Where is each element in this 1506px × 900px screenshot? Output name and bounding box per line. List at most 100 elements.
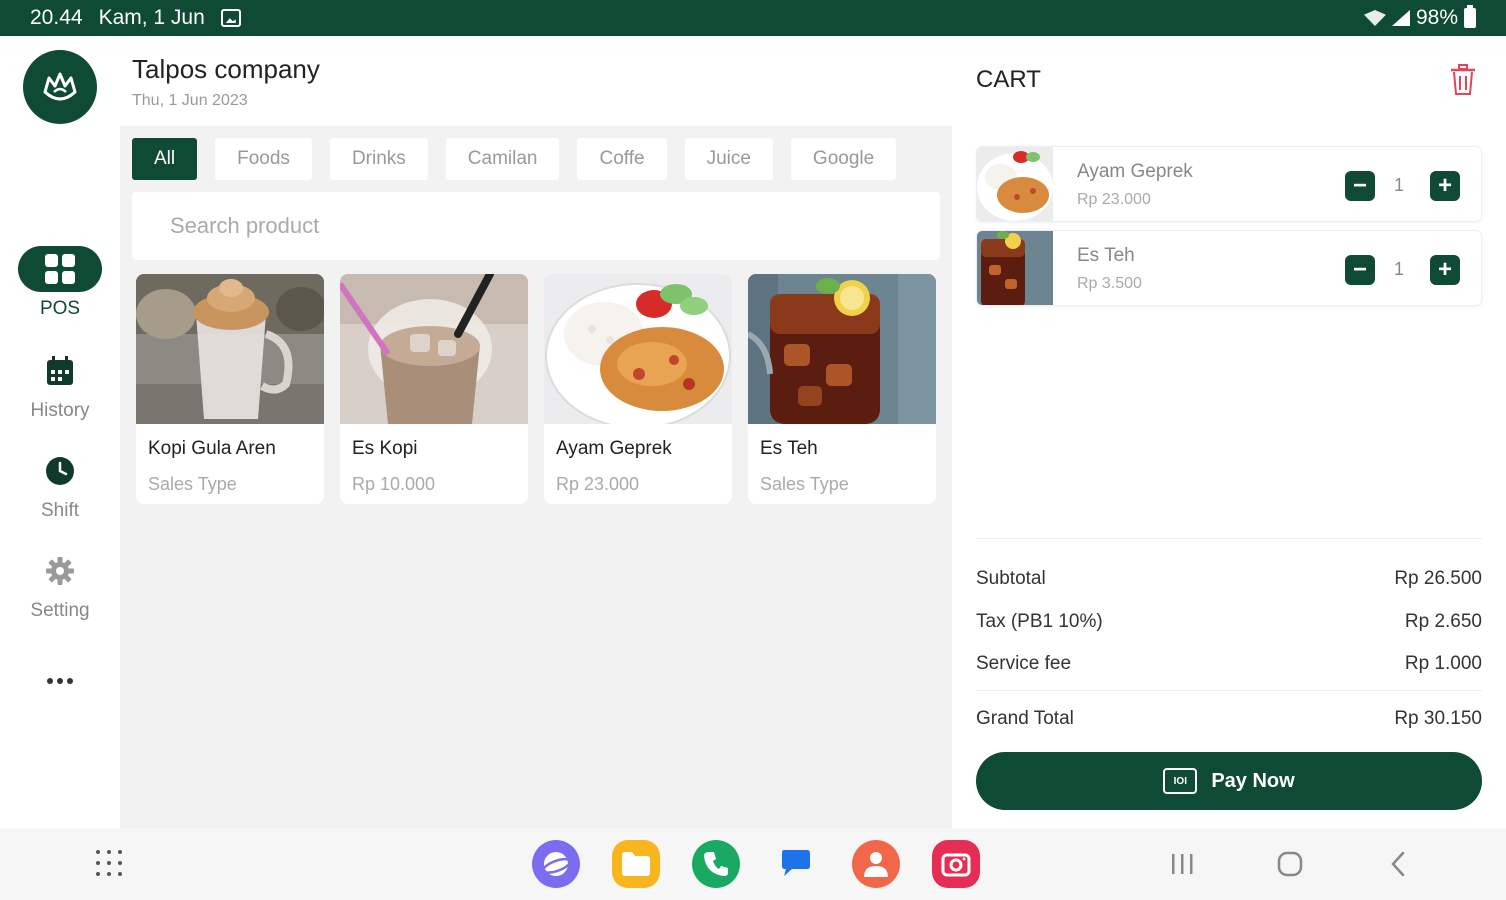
page-header: Talpos company Thu, 1 Jun 2023 (120, 36, 952, 126)
back-button[interactable] (1384, 850, 1412, 878)
pos-pill (18, 246, 102, 292)
trash-icon[interactable] (1450, 64, 1476, 96)
sidebar-item-label: History (30, 400, 90, 421)
cart-item-name: Ayam Geprek (1077, 161, 1193, 182)
sidebar-item-label: Shift (40, 500, 80, 521)
cart-item: Ayam Geprek Rp 23.000 − 1 + (976, 146, 1482, 222)
subtotal-value: Rp 26.500 (1394, 568, 1482, 589)
product-subtitle: Sales Type (760, 474, 849, 494)
cart-panel: CART Ayam Geprek Rp 23.000 − 1 + Es Teh … (952, 36, 1506, 828)
battery-icon (1464, 5, 1476, 28)
tax-value: Rp 2.650 (1404, 611, 1482, 632)
pay-now-button[interactable]: IOI Pay Now (976, 752, 1482, 810)
tab-drinks[interactable]: Drinks (329, 138, 428, 180)
product-area: All Foods Drinks Camilan Coffe Juice Goo… (120, 126, 952, 828)
person-icon (864, 852, 888, 877)
app-drawer-icon[interactable] (96, 850, 124, 878)
gallery-notification-icon (220, 9, 241, 27)
search-input[interactable] (132, 192, 940, 260)
planet-icon (542, 852, 572, 876)
camera-icon (941, 853, 971, 877)
product-card[interactable]: Es Teh Sales Type (748, 274, 936, 504)
product-subtitle: Sales Type (148, 474, 237, 494)
more-menu-icon[interactable] (47, 678, 73, 684)
contacts-app-icon[interactable] (852, 840, 900, 888)
grand-total-value: Rp 30.150 (1394, 708, 1482, 729)
sidebar-item-setting[interactable]: Setting (0, 548, 120, 622)
product-grid: Kopi Gula Aren Sales Type Es Kopi Rp 10.… (136, 274, 936, 504)
cart-item-name: Es Teh (1077, 245, 1135, 266)
product-name: Es Teh (760, 438, 818, 459)
system-navigation-bar (0, 828, 1506, 900)
product-name: Ayam Geprek (556, 438, 672, 459)
tab-juice[interactable]: Juice (684, 138, 773, 180)
cart-title: CART (976, 66, 1041, 93)
cart-item-image (977, 231, 1053, 305)
product-image (544, 274, 732, 424)
product-card[interactable]: Kopi Gula Aren Sales Type (136, 274, 324, 504)
pay-now-label: Pay Now (1211, 769, 1295, 792)
back-chevron-icon (1391, 851, 1405, 877)
company-name: Talpos company (132, 54, 320, 84)
tab-google[interactable]: Google (790, 138, 897, 180)
crown-logo-icon (43, 72, 77, 101)
status-time: 20.44 (30, 6, 83, 29)
divider (976, 690, 1482, 691)
divider (976, 538, 1482, 539)
increase-quantity-button[interactable]: + (1430, 255, 1460, 285)
tab-all[interactable]: All (132, 138, 198, 180)
messages-app-icon[interactable] (772, 840, 820, 888)
tax-label: Tax (PB1 10%) (976, 611, 1103, 632)
home-icon (1277, 851, 1303, 877)
product-name: Kopi Gula Aren (148, 438, 276, 459)
decrease-quantity-button[interactable]: − (1345, 171, 1375, 201)
tab-foods[interactable]: Foods (215, 138, 312, 180)
cart-item-quantity: 1 (1393, 259, 1404, 279)
cart-item-quantity: 1 (1393, 175, 1404, 195)
gear-icon (46, 557, 74, 585)
current-date: Thu, 1 Jun 2023 (132, 92, 248, 109)
grand-total-row: Grand Total Rp 30.150 (976, 708, 1482, 730)
sidebar: POS History Shift Setting (0, 36, 120, 828)
product-name: Es Kopi (352, 438, 418, 459)
category-tabs: All Foods Drinks Camilan Coffe Juice Goo… (132, 138, 897, 180)
sidebar-item-shift[interactable]: Shift (0, 448, 120, 522)
calendar-icon (47, 356, 73, 385)
decrease-quantity-button[interactable]: − (1345, 255, 1375, 285)
my-files-app-icon[interactable] (612, 840, 660, 888)
product-subtitle: Rp 10.000 (352, 474, 436, 494)
product-image (748, 274, 936, 424)
home-button[interactable] (1276, 850, 1304, 878)
cart-item-image (977, 147, 1053, 221)
recent-apps-button[interactable] (1168, 850, 1196, 878)
sidebar-item-pos[interactable]: POS (0, 246, 120, 320)
battery-level: 98% (1415, 6, 1458, 29)
product-card[interactable]: Es Kopi Rp 10.000 (340, 274, 528, 504)
sidebar-item-label: POS (39, 298, 81, 319)
service-fee-row: Service fee Rp 1.000 (976, 653, 1482, 675)
subtotal-row: Subtotal Rp 26.500 (976, 568, 1482, 590)
cart-item-price: Rp 3.500 (1077, 275, 1142, 292)
chat-bubble-icon (782, 850, 810, 876)
folder-icon (622, 852, 650, 876)
subtotal-label: Subtotal (976, 568, 1046, 589)
camera-app-icon[interactable] (932, 840, 980, 888)
increase-quantity-button[interactable]: + (1430, 171, 1460, 201)
wifi-icon (1363, 10, 1386, 26)
app-logo[interactable] (23, 50, 97, 124)
service-fee-value: Rp 1.000 (1404, 653, 1482, 674)
sidebar-item-history[interactable]: History (0, 348, 120, 422)
tab-camilan[interactable]: Camilan (445, 138, 560, 180)
sidebar-item-label: Setting (30, 600, 90, 621)
tab-coffe[interactable]: Coffe (577, 138, 667, 180)
status-date: Kam, 1 Jun (98, 6, 205, 29)
phone-app-icon[interactable] (692, 840, 740, 888)
product-card[interactable]: Ayam Geprek Rp 23.000 (544, 274, 732, 504)
status-bar: 20.44 Kam, 1 Jun 98% (0, 0, 1506, 36)
tax-row: Tax (PB1 10%) Rp 2.650 (976, 611, 1482, 633)
product-image (136, 274, 324, 424)
cart-item: Es Teh Rp 3.500 − 1 + (976, 230, 1482, 306)
internet-app-icon[interactable] (532, 840, 580, 888)
grid-icon (45, 254, 75, 284)
product-subtitle: Rp 23.000 (556, 474, 640, 494)
